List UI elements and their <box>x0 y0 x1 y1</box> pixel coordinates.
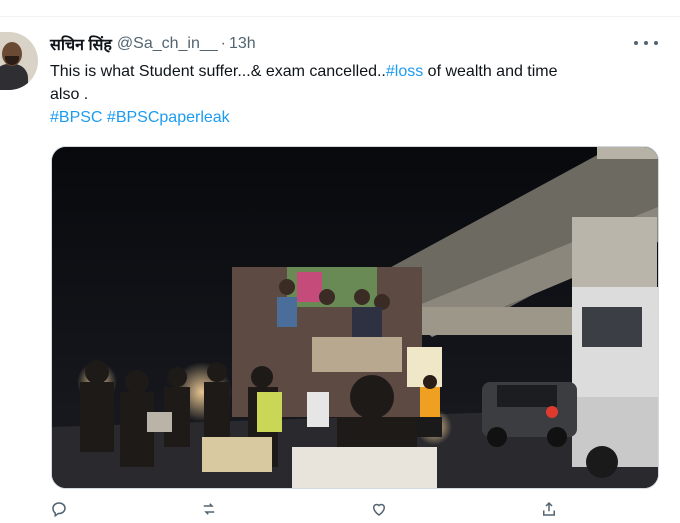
author-handle[interactable]: @Sa_ch_in__ <box>117 35 218 53</box>
more-options-button[interactable] <box>634 35 658 51</box>
text-prefix: This is what Student suffer...& exam can… <box>50 63 386 80</box>
tweet-text: This is what Student suffer...& exam can… <box>50 60 660 129</box>
tweet-photo[interactable] <box>51 146 659 489</box>
tweet-text-line-1: This is what Student suffer...& exam can… <box>50 60 660 83</box>
night-road-photo <box>52 147 658 488</box>
hashtag-line: #BPSC #BPSCpaperleak <box>50 106 660 129</box>
hashtag-bpscpaperleak[interactable]: #BPSCpaperleak <box>107 109 230 126</box>
tweet[interactable]: सचिन सिंह @Sa_ch_in__ · 13h This is what… <box>0 17 680 518</box>
text-suffix: of wealth and time <box>423 63 558 80</box>
avatar[interactable] <box>0 32 38 90</box>
tweet-text-line-2: also . <box>50 86 89 103</box>
author-name[interactable]: सचिन सिंह <box>50 33 112 55</box>
separator-dot: · <box>220 35 226 52</box>
reply-icon[interactable] <box>50 500 68 518</box>
share-icon[interactable] <box>540 500 558 518</box>
tweet-actions <box>50 500 660 520</box>
tweet-header: सचिन सिंह @Sa_ch_in__ · 13h <box>50 33 256 55</box>
more-horizontal-icon <box>634 41 658 45</box>
timestamp[interactable]: 13h <box>229 35 256 53</box>
retweet-icon[interactable] <box>200 500 218 518</box>
hashtag-loss[interactable]: #loss <box>386 63 423 80</box>
hashtag-bpsc[interactable]: #BPSC <box>50 109 102 126</box>
like-icon[interactable] <box>370 500 388 518</box>
avatar-body <box>0 64 28 90</box>
